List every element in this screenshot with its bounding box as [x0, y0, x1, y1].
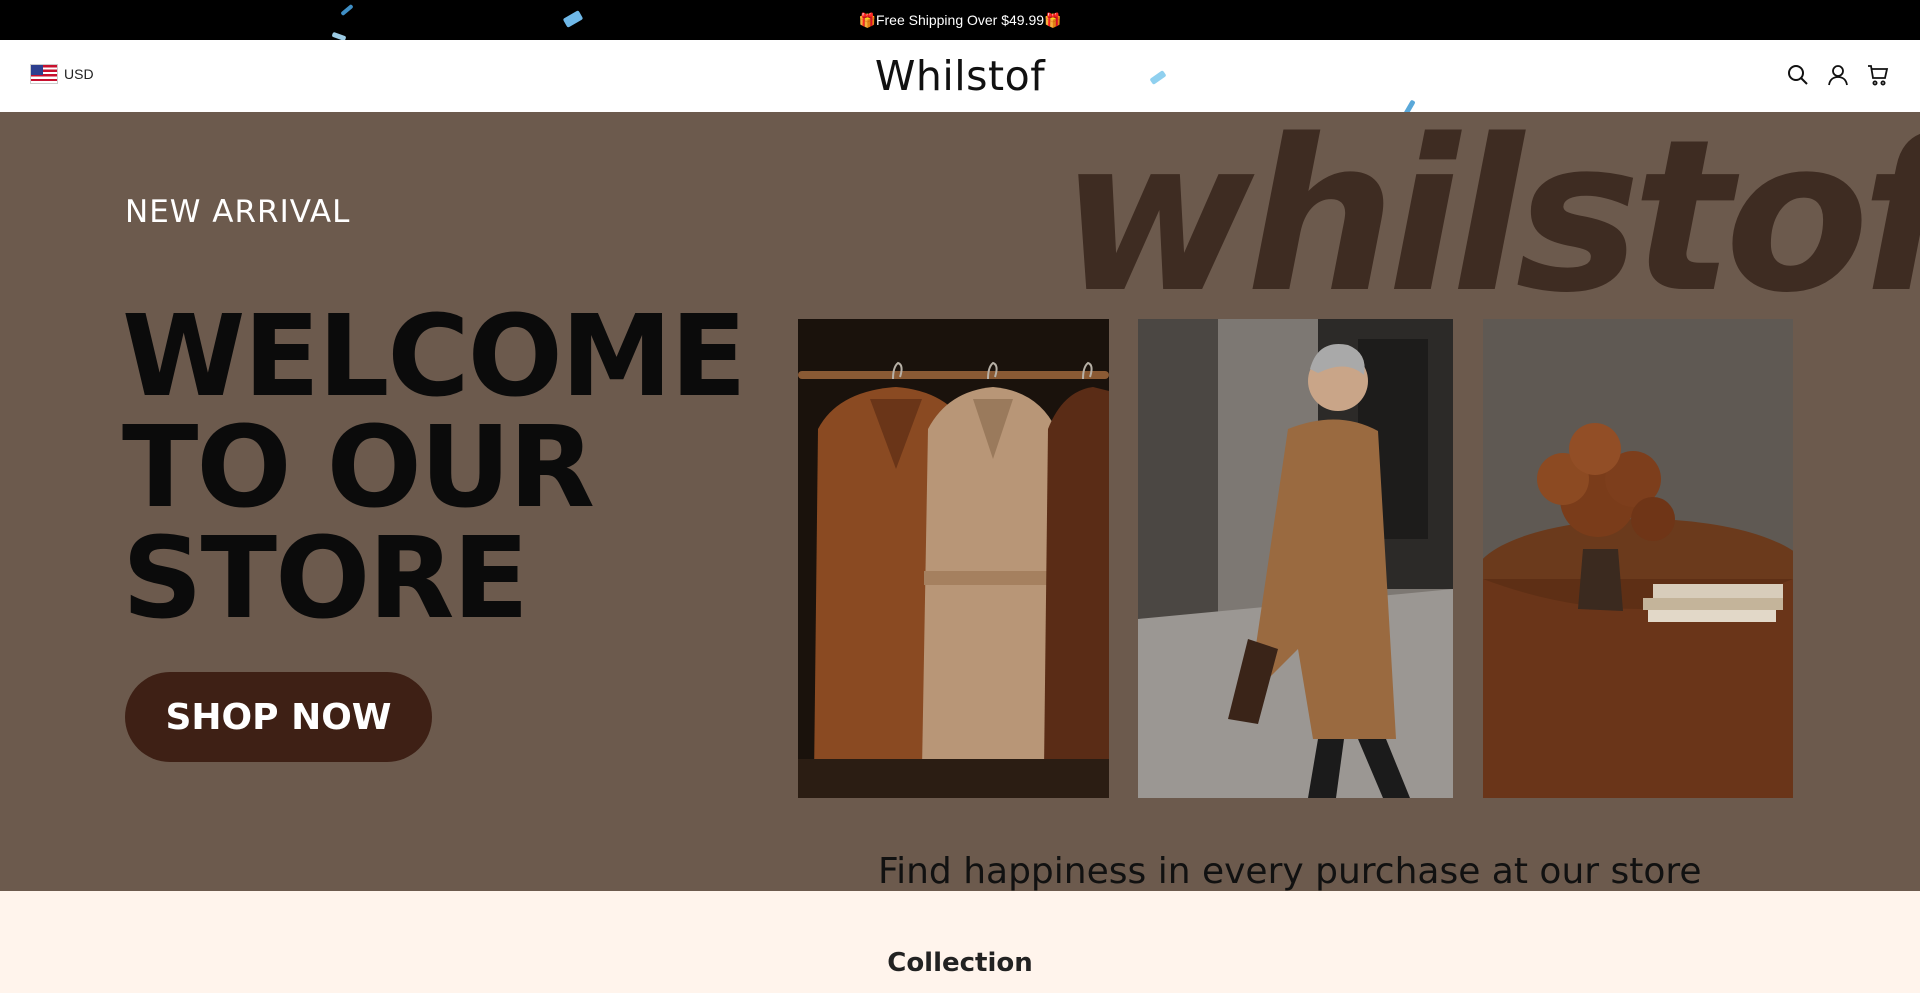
- hero-eyebrow: NEW ARRIVAL: [125, 194, 351, 230]
- confetti-decoration: [562, 10, 584, 28]
- headline-line: TO OUR: [122, 403, 595, 533]
- headline-line: WELCOME: [122, 292, 747, 422]
- site-header: USD Whilstof: [0, 40, 1920, 118]
- collection-heading: Collection: [887, 948, 1033, 978]
- account-icon[interactable]: [1826, 62, 1850, 88]
- headline-line: STORE: [122, 514, 529, 644]
- cart-icon[interactable]: [1866, 62, 1890, 88]
- shop-now-button[interactable]: SHOP NOW: [125, 672, 432, 762]
- header-actions: [1786, 62, 1890, 88]
- hero-photo-flowers-table: [1483, 319, 1793, 798]
- hero-banner[interactable]: whilstof NEW ARRIVAL WELCOME TO OUR STOR…: [0, 112, 1920, 891]
- collection-section: Collection: [0, 891, 1920, 993]
- hero-photo-man-walking: [1138, 319, 1453, 798]
- announcement-text: 🎁Free Shipping Over $49.99🎁: [858, 11, 1062, 28]
- hero-tagline: Find happiness in every purchase at our …: [878, 851, 1702, 891]
- announcement-bar: 🎁Free Shipping Over $49.99🎁: [0, 0, 1920, 42]
- confetti-decoration: [340, 3, 354, 17]
- hero-photo-coats-on-rack: [798, 319, 1109, 798]
- search-icon[interactable]: [1786, 62, 1810, 88]
- hero-headline: WELCOME TO OUR STORE: [122, 292, 747, 644]
- site-logo[interactable]: Whilstof: [0, 52, 1920, 100]
- hero-brand-wordmark: whilstof: [1060, 112, 1920, 339]
